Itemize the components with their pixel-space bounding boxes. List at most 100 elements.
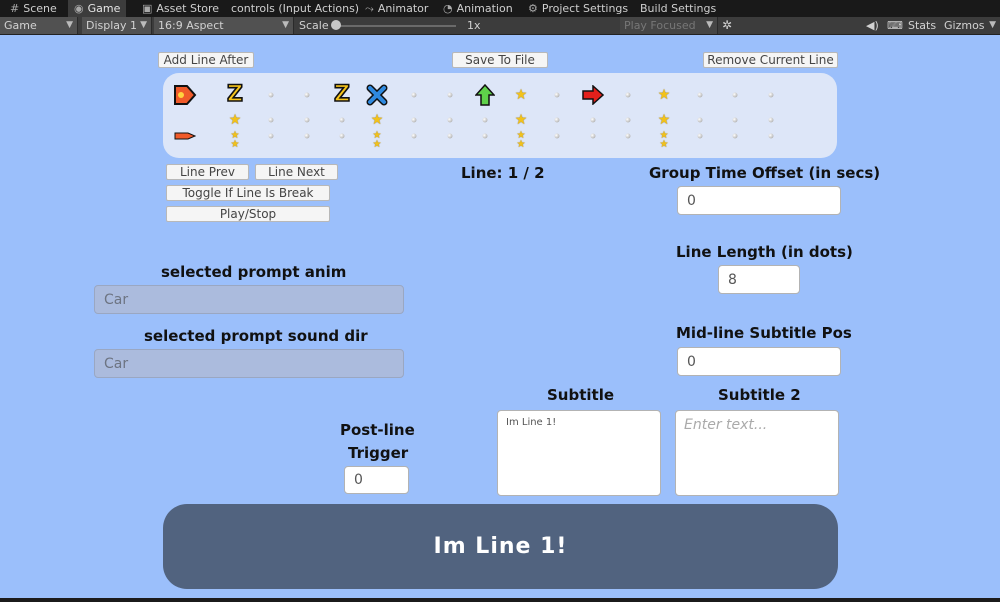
line-prev-button[interactable]: Line Prev bbox=[166, 164, 249, 180]
tab-animator[interactable]: ⤳ Animator bbox=[359, 0, 434, 17]
tab-asset-store[interactable]: ▣ Asset Store bbox=[136, 0, 225, 17]
dot bbox=[304, 92, 310, 98]
dot bbox=[768, 117, 774, 123]
bug-icon[interactable]: ✲ bbox=[722, 17, 732, 34]
scale-value: 1x bbox=[467, 19, 481, 32]
speaker-icon[interactable]: ◀) bbox=[866, 17, 879, 34]
input-value: 0 bbox=[687, 192, 696, 209]
dot bbox=[768, 133, 774, 139]
post-line-trigger-input[interactable]: 0 bbox=[344, 466, 409, 494]
tab-game[interactable]: ◉ Game bbox=[68, 0, 127, 17]
dot bbox=[697, 133, 703, 139]
dot bbox=[411, 92, 417, 98]
star-icon: ★ bbox=[514, 87, 528, 103]
star-icon: ★ bbox=[657, 87, 671, 103]
tab-build-settings[interactable]: Build Settings bbox=[634, 0, 722, 17]
star-icon: ★ bbox=[228, 112, 242, 128]
star-icon: ★ bbox=[370, 112, 384, 128]
dot bbox=[697, 117, 703, 123]
gamepad-icon: ◉ bbox=[74, 2, 84, 15]
animator-icon: ⤳ bbox=[365, 2, 374, 15]
input-value: 0 bbox=[687, 353, 696, 370]
line-next-button[interactable]: Line Next bbox=[255, 164, 338, 180]
post-line-trigger-label-2: Trigger bbox=[348, 444, 409, 462]
dot bbox=[411, 117, 417, 123]
view-dropdown[interactable]: Game ▼ bbox=[0, 17, 78, 34]
dot bbox=[304, 133, 310, 139]
dot bbox=[339, 133, 345, 139]
textarea-value: Im Line 1! bbox=[506, 417, 557, 428]
remove-current-line-button[interactable]: Remove Current Line bbox=[703, 52, 838, 68]
tab-label: controls (Input Actions) bbox=[231, 2, 360, 15]
line-length-label: Line Length (in dots) bbox=[676, 243, 853, 261]
dot bbox=[268, 92, 274, 98]
keyboard-icon[interactable]: ⌨ bbox=[887, 17, 903, 34]
dot bbox=[732, 117, 738, 123]
display-dropdown[interactable]: Display 1 ▼ bbox=[82, 17, 152, 34]
subtitle-textarea[interactable]: Im Line 1! bbox=[497, 410, 661, 496]
tab-label: Animator bbox=[377, 2, 429, 15]
star-icon: ★ bbox=[514, 112, 528, 128]
game-view-toolbar: Game ▼ Display 1 ▼ 16:9 Aspect ▼ Scale 1x P… bbox=[0, 17, 1000, 35]
dot bbox=[625, 133, 631, 139]
subtitle-2-label: Subtitle 2 bbox=[718, 386, 801, 404]
editor-bottom-edge bbox=[0, 598, 1000, 602]
chevron-down-icon: ▼ bbox=[66, 20, 73, 30]
scene-icon: # bbox=[10, 2, 20, 15]
dot bbox=[268, 133, 274, 139]
dot bbox=[625, 92, 631, 98]
star-icon: ★ bbox=[516, 139, 526, 150]
prompt-timeline-panel[interactable]: Z Z ★ ★ ★ ★ ★ ★ ★ ★ ★ ★ ★ ★ ★ ★ bbox=[163, 73, 837, 158]
tab-label: Asset Store bbox=[156, 2, 220, 15]
toggle-line-break-button[interactable]: Toggle If Line Is Break bbox=[166, 185, 330, 201]
star-icon: ★ bbox=[372, 139, 382, 150]
tab-input-actions[interactable]: controls (Input Actions) bbox=[225, 0, 365, 17]
midline-subtitle-pos-label: Mid-line Subtitle Pos bbox=[676, 324, 852, 342]
textarea-placeholder: Enter text... bbox=[684, 417, 768, 433]
dot bbox=[482, 133, 488, 139]
tab-scene[interactable]: # Scene bbox=[4, 0, 63, 17]
selected-prompt-sound-dir-input[interactable]: Car bbox=[94, 349, 404, 378]
dot bbox=[590, 133, 596, 139]
chevron-down-icon: ▼ bbox=[706, 20, 713, 30]
line-length-input[interactable]: 8 bbox=[718, 265, 800, 294]
group-time-offset-input[interactable]: 0 bbox=[677, 186, 841, 215]
play-stop-button[interactable]: Play/Stop bbox=[166, 206, 330, 222]
post-line-trigger-label: Post-line bbox=[340, 421, 415, 439]
store-icon: ▣ bbox=[142, 2, 153, 15]
z-prompt-icon: Z bbox=[331, 81, 353, 108]
selected-prompt-anim-input[interactable]: Car bbox=[94, 285, 404, 314]
subtitle-label: Subtitle bbox=[547, 386, 615, 404]
input-value: 8 bbox=[728, 271, 737, 288]
dot bbox=[625, 117, 631, 123]
subtitle-preview-banner: Im Line 1! bbox=[163, 504, 838, 589]
gizmos-label: Gizmos bbox=[944, 19, 985, 32]
add-line-after-button[interactable]: Add Line After bbox=[158, 52, 254, 68]
tab-project-settings[interactable]: ⚙ Project Settings bbox=[522, 0, 634, 17]
subtitle-2-textarea[interactable]: Enter text... bbox=[675, 410, 839, 496]
tab-animation[interactable]: ◔ Animation bbox=[437, 0, 519, 17]
play-mode-label: Play Focused bbox=[624, 19, 696, 32]
input-value: Car bbox=[104, 355, 129, 372]
scale-slider-handle[interactable] bbox=[331, 20, 341, 30]
midline-subtitle-pos-input[interactable]: 0 bbox=[677, 347, 841, 376]
dot bbox=[697, 92, 703, 98]
scale-slider-track[interactable] bbox=[338, 25, 456, 27]
selected-prompt-sound-dir-label: selected prompt sound dir bbox=[144, 327, 368, 345]
dot bbox=[482, 117, 488, 123]
play-mode-dropdown[interactable]: Play Focused ▼ bbox=[620, 17, 718, 34]
aspect-dropdown[interactable]: 16:9 Aspect ▼ bbox=[154, 17, 294, 34]
line-indicator: Line: 1 / 2 bbox=[461, 164, 545, 182]
tab-label: Game bbox=[87, 2, 121, 15]
x-prompt-icon bbox=[366, 84, 388, 106]
dot bbox=[304, 117, 310, 123]
gizmos-dropdown[interactable]: Gizmos ▼ bbox=[940, 17, 1000, 34]
dot bbox=[447, 133, 453, 139]
selected-prompt-anim-label: selected prompt anim bbox=[161, 263, 347, 281]
dot bbox=[447, 92, 453, 98]
save-to-file-button[interactable]: Save To File bbox=[452, 52, 548, 68]
stats-button[interactable]: Stats bbox=[908, 17, 936, 34]
star-icon: ★ bbox=[230, 139, 240, 150]
star-icon: ★ bbox=[657, 112, 671, 128]
dot bbox=[554, 117, 560, 123]
